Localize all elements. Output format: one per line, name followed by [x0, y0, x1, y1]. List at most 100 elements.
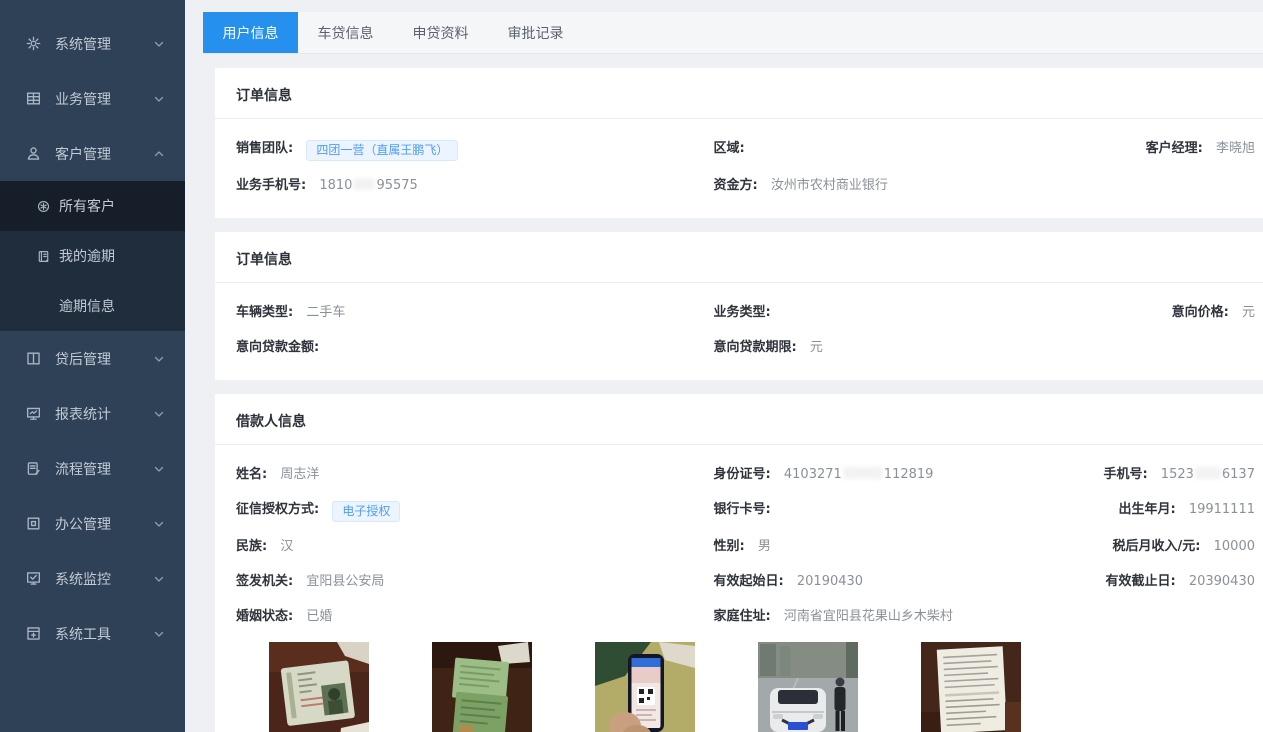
field-label: 销售团队: [236, 141, 293, 156]
field-label: 手机号: [1103, 467, 1147, 482]
field-credit-auth: 征信授权方式: 电子授权 [236, 499, 714, 522]
field-label: 意向价格: [1172, 305, 1229, 320]
field-region: 区域: [714, 138, 1012, 161]
chevron-down-icon [153, 463, 165, 475]
sidebar: 系统管理 业务管理 客户管理 所有客户 我的逾期 逾期信息 [0, 0, 185, 732]
id-card-photo-image [269, 642, 369, 732]
card-title: 订单信息 [215, 68, 1263, 118]
tab-approval-records[interactable]: 审批记录 [488, 12, 583, 53]
sidebar-item-customer-mgmt[interactable]: 客户管理 [0, 126, 185, 181]
photo-green-certificate[interactable]: 登记证书照片 [432, 642, 532, 732]
box-plus-icon [25, 625, 42, 642]
sidebar-item-all-customers[interactable]: 所有客户 [0, 181, 185, 231]
field-value: 4103271 [784, 467, 842, 482]
field-label: 有效截止日: [1105, 574, 1175, 589]
divider [215, 444, 1263, 445]
sidebar-item-business-mgmt[interactable]: 业务管理 [0, 71, 185, 126]
field-issuing-authority: 签发机关: 宜阳县公安局 [236, 571, 714, 592]
field-gender: 性别: 男 [714, 536, 1012, 557]
sidebar-item-system-mgmt[interactable]: 系统管理 [0, 16, 185, 71]
sidebar-item-overdue-info[interactable]: 逾期信息 [0, 281, 185, 331]
field-value: 二手车 [306, 305, 345, 320]
borrower-info-card: 借款人信息 姓名: 周志洋 身份证号: 4103271 112819 手机号: 1… [215, 394, 1263, 732]
sidebar-item-my-overdue[interactable]: 我的逾期 [0, 231, 185, 281]
field-id-number: 身份证号: 4103271 112819 [714, 464, 1012, 485]
monitor-check-icon [25, 570, 42, 587]
sidebar-item-label: 系统监控 [55, 569, 111, 589]
chevron-down-icon [153, 38, 165, 50]
field-label: 婚姻状态: [236, 609, 293, 624]
divider [215, 282, 1263, 283]
sidebar-item-postloan-mgmt[interactable]: 贷后管理 [0, 331, 185, 386]
redaction-blur [843, 467, 883, 479]
sidebar-item-label: 报表统计 [55, 404, 111, 424]
field-label: 签发机关: [236, 574, 293, 589]
field-value: 1523 [1161, 467, 1194, 482]
field-label: 意向贷款期限: [714, 340, 797, 355]
order-info-card-1: 订单信息 销售团队: 四团一营（直属王鹏飞） 区域: 客户经理: 李晓旭 业 [215, 68, 1263, 218]
field-label: 身份证号: [714, 467, 771, 482]
tab-user-info[interactable]: 用户信息 [203, 12, 298, 53]
chevron-down-icon [153, 518, 165, 530]
field-label: 银行卡号: [714, 502, 771, 517]
field-intended-price: 意向价格: 元 [1172, 302, 1263, 323]
field-value: 20390430 [1189, 574, 1255, 589]
field-value: 1810 [319, 178, 352, 193]
gear-icon [25, 35, 42, 52]
chevron-down-icon [153, 353, 165, 365]
field-bank-card: 银行卡号: [714, 499, 1012, 522]
field-business-type: 业务类型: [714, 302, 1012, 323]
field-value: 20190430 [797, 574, 863, 589]
tab-loan-application-docs[interactable]: 申贷资料 [393, 12, 488, 53]
redaction-blur [1195, 467, 1221, 479]
field-loan-term: 意向贷款期限: 元 [714, 337, 1012, 358]
photo-id-card[interactable]: 本人照 [269, 642, 369, 732]
sidebar-item-report-stats[interactable]: 报表统计 [0, 386, 185, 441]
credit-auth-tag: 电子授权 [332, 501, 400, 522]
field-sales-team: 销售团队: 四团一营（直属王鹏飞） [236, 138, 714, 161]
field-value: 男 [758, 539, 771, 554]
order-info-card-2: 订单信息 车辆类型: 二手车 业务类型: 意向价格: 元 意向贷款金额: [215, 232, 1263, 380]
field-label: 资金方: [714, 178, 758, 193]
open-book-icon [25, 350, 42, 367]
field-name: 姓名: 周志洋 [236, 464, 714, 485]
field-mobile-phone: 手机号: 1523 6137 [1103, 464, 1263, 485]
field-value: 19911111 [1189, 502, 1255, 517]
field-label: 征信授权方式: [236, 502, 319, 517]
divider [215, 118, 1263, 119]
field-value: 汝州市农村商业银行 [771, 178, 888, 193]
sidebar-submenu-customer: 所有客户 我的逾期 逾期信息 [0, 181, 185, 331]
field-value: 周志洋 [280, 467, 319, 482]
field-value: 宜阳县公安局 [306, 574, 384, 589]
sidebar-item-system-tools[interactable]: 系统工具 [0, 606, 185, 661]
field-value: 元 [810, 340, 823, 355]
field-monthly-income: 税后月收入/元: 10000 [1113, 536, 1263, 557]
photo-person-with-car[interactable]: 人车合影 [758, 642, 858, 732]
photo-handwritten-document[interactable]: 其他材料 [921, 642, 1021, 732]
photo-auth-screenshot[interactable]: 授权截图 [595, 642, 695, 732]
field-label: 家庭住址: [714, 609, 771, 624]
field-value: 112819 [884, 467, 934, 482]
tab-car-loan-info[interactable]: 车贷信息 [298, 12, 393, 53]
sidebar-item-system-monitor[interactable]: 系统监控 [0, 551, 185, 606]
grid-icon [25, 90, 42, 107]
field-label: 业务类型: [714, 305, 771, 320]
circled-asterisk-icon [36, 199, 51, 214]
empty-cell [1255, 337, 1263, 358]
sidebar-item-office-mgmt[interactable]: 办公管理 [0, 496, 185, 551]
field-value: 6137 [1222, 467, 1255, 482]
sidebar-item-label: 逾期信息 [59, 296, 115, 316]
clipboard-pen-icon [25, 460, 42, 477]
field-ethnicity: 民族: 汉 [236, 536, 714, 557]
field-value: 河南省宜阳县花果山乡木柴村 [784, 609, 953, 624]
sidebar-item-label: 流程管理 [55, 459, 111, 479]
card-title: 借款人信息 [215, 394, 1263, 444]
person-car-photo-image [758, 642, 858, 732]
field-business-phone: 业务手机号: 181095575 [236, 175, 714, 196]
field-value: 已婚 [306, 609, 332, 624]
square-in-square-icon [25, 515, 42, 532]
field-marital-status: 婚姻状态: 已婚 [236, 606, 714, 627]
sidebar-item-process-mgmt[interactable]: 流程管理 [0, 441, 185, 496]
sales-team-tag: 四团一营（直属王鹏飞） [306, 140, 458, 161]
field-loan-amount: 意向贷款金额: [236, 337, 714, 358]
